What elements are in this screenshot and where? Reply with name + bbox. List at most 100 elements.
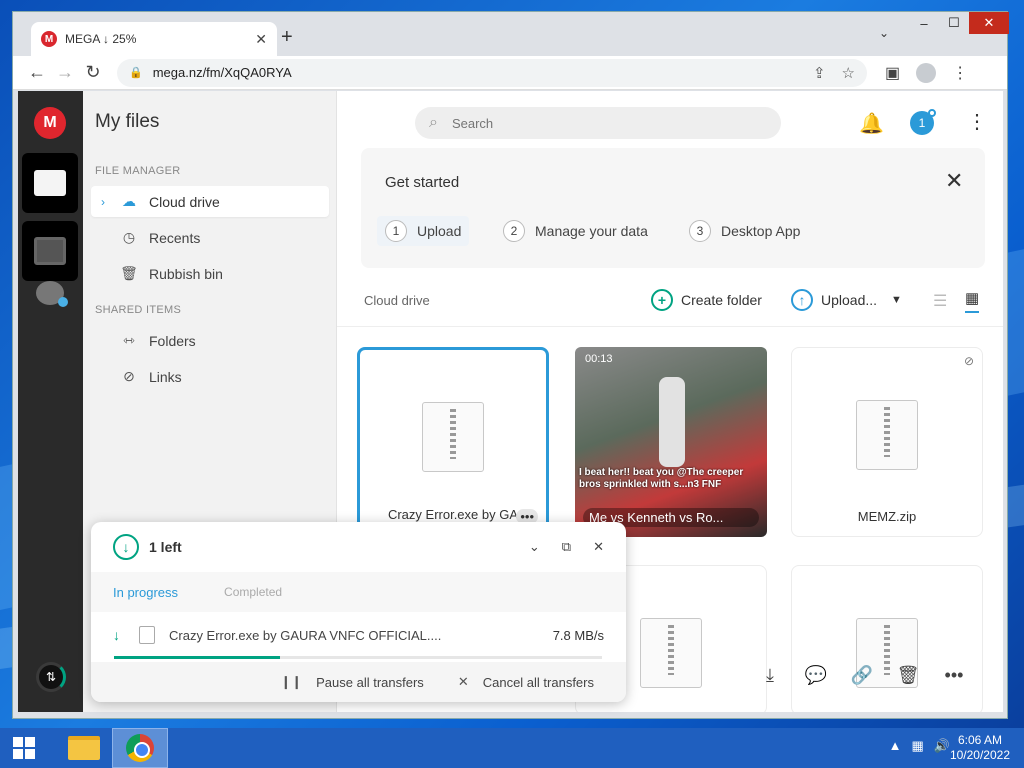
- side-panel-icon[interactable]: ▣: [885, 63, 900, 83]
- get-started-title: Get started: [385, 174, 460, 191]
- cancel-all-label: Cancel all transfers: [482, 674, 594, 690]
- create-folder-button[interactable]: + Create folder: [651, 289, 762, 311]
- new-tab-button[interactable]: +: [281, 26, 293, 49]
- download-icon[interactable]: ⤓: [757, 665, 783, 686]
- search-input[interactable]: [451, 115, 752, 131]
- transfer-progress-icon[interactable]: ⇅: [36, 662, 66, 692]
- file-card[interactable]: ⊘ MEMZ.zip: [791, 347, 983, 537]
- download-arrow-icon: ↓: [113, 627, 120, 643]
- mega-logo-icon[interactable]: M: [34, 107, 66, 139]
- step-number: 2: [503, 220, 525, 242]
- zip-file-icon: [640, 618, 702, 688]
- chrome-icon: [126, 734, 154, 762]
- open-transfers-icon[interactable]: ⧉: [562, 539, 571, 555]
- link-icon: ⊘: [963, 354, 974, 368]
- file-card[interactable]: 00:13 I beat her!! beat you @The creeper…: [575, 347, 767, 537]
- reload-button[interactable]: ↻: [79, 62, 107, 83]
- close-icon[interactable]: ✕: [593, 539, 604, 555]
- address-bar[interactable]: 🔒 mega.nz/fm/XqQA0RYA ⇪ ☆: [117, 58, 867, 87]
- upload-label: Upload...: [821, 292, 878, 308]
- upload-button[interactable]: ↑ Upload... ▼: [791, 289, 902, 311]
- get-started-step-upload[interactable]: 1 Upload: [377, 216, 470, 246]
- volume-icon[interactable]: 🔊: [934, 738, 950, 754]
- main-menu-icon[interactable]: ⋮: [967, 109, 987, 134]
- taskbar-chrome[interactable]: [112, 728, 168, 768]
- tab-close-icon[interactable]: ✕: [255, 31, 267, 48]
- taskbar-clock[interactable]: 6:06 AM 10/20/2022: [950, 733, 1010, 763]
- transfer-speed: 7.8 MB/s: [552, 627, 604, 643]
- bookmark-star-icon[interactable]: ☆: [842, 64, 855, 82]
- pause-all-label: Pause all transfers: [316, 674, 424, 690]
- more-icon[interactable]: •••: [941, 665, 967, 686]
- tab-completed[interactable]: Completed: [224, 585, 282, 599]
- search-icon: ⌕: [429, 114, 438, 131]
- profile-avatar[interactable]: [916, 62, 937, 83]
- account-avatar[interactable]: 1: [910, 109, 936, 135]
- pause-all-button[interactable]: ❙❙ Pause all transfers: [280, 674, 423, 690]
- trash-icon[interactable]: 🗑: [895, 665, 921, 686]
- lock-icon[interactable]: 🔒: [129, 66, 143, 79]
- file-explorer-icon: [68, 736, 100, 760]
- chevron-right-icon[interactable]: ›: [101, 195, 105, 209]
- close-icon[interactable]: ✕: [945, 168, 963, 194]
- video-thumbnail: 00:13 I beat her!! beat you @The creeper…: [575, 347, 767, 537]
- start-button[interactable]: [0, 728, 48, 768]
- tab-search-chevron-icon[interactable]: ⌄: [879, 26, 889, 40]
- share-icon[interactable]: ⇪: [813, 64, 826, 82]
- link-icon[interactable]: 🔗: [849, 665, 875, 686]
- tab-in-progress[interactable]: In progress: [113, 585, 178, 600]
- browser-menu-icon[interactable]: ⋮: [952, 63, 968, 83]
- transfer-tabs: In progress Completed: [91, 572, 626, 612]
- step-number: 1: [385, 220, 407, 242]
- breadcrumb[interactable]: Cloud drive: [364, 293, 430, 308]
- rail-chat-button[interactable]: [22, 263, 78, 323]
- transfer-progress-fill: [114, 656, 280, 659]
- back-button[interactable]: ←: [23, 62, 51, 83]
- sidebar-item-folders[interactable]: ⇿ Folders: [91, 325, 329, 356]
- taskbar-file-explorer[interactable]: [56, 728, 112, 768]
- get-started-step-desktop-app[interactable]: 3 Desktop App: [689, 220, 800, 242]
- minimize-button[interactable]: –: [909, 12, 939, 34]
- windows-logo-icon: [13, 737, 35, 759]
- get-started-step-manage[interactable]: 2 Manage your data: [503, 220, 648, 242]
- rail-cloud-drive-button[interactable]: [22, 153, 78, 213]
- transfer-manager-widget: ↓ 1 left ⌄ ⧉ ✕ In progress Completed ↓ C…: [91, 522, 626, 702]
- sidebar-item-rubbish-bin[interactable]: 🗑 Rubbish bin: [91, 258, 329, 289]
- sidebar-item-recents[interactable]: ◷ Recents: [91, 222, 329, 253]
- file-card[interactable]: [791, 565, 983, 712]
- transfer-header: ↓ 1 left ⌄ ⧉ ✕: [91, 522, 626, 572]
- share-chat-icon[interactable]: 💬: [803, 665, 829, 686]
- browser-tab[interactable]: M MEGA ↓ 25% ✕: [31, 22, 277, 56]
- transfer-progress-bar: [114, 656, 602, 659]
- cancel-all-button[interactable]: ✕ Cancel all transfers: [458, 674, 594, 690]
- list-view-icon[interactable]: ☰: [933, 291, 947, 311]
- file-name: MEMZ.zip: [857, 509, 917, 524]
- maximize-button[interactable]: ☐: [939, 12, 969, 34]
- step-number: 3: [689, 220, 711, 242]
- window-close-button[interactable]: ✕: [969, 12, 1009, 34]
- sidebar-item-links[interactable]: ⊘ Links: [91, 361, 329, 392]
- download-arrow-icon: ↓: [113, 534, 139, 560]
- sidebar-item-cloud-drive[interactable]: › ☁ Cloud drive: [91, 186, 329, 217]
- network-icon[interactable]: ▦: [912, 738, 924, 754]
- forward-button[interactable]: →: [51, 62, 79, 83]
- search-bar[interactable]: ⌕: [415, 107, 781, 139]
- grid-view-icon[interactable]: ▦: [965, 289, 980, 313]
- file-manager-section-label: FILE MANAGER: [95, 165, 181, 177]
- transfer-row[interactable]: ↓ Crazy Error.exe by GAURA VNFC OFFICIAL…: [91, 612, 626, 658]
- close-icon: ✕: [457, 674, 469, 689]
- sidebar-item-label: Links: [149, 368, 182, 385]
- shared-items-section-label: SHARED ITEMS: [95, 304, 182, 316]
- get-started-panel: Get started ✕ 1 Upload 2 Manage your dat…: [361, 148, 985, 268]
- tray-expand-icon[interactable]: ▲: [889, 738, 902, 754]
- taskbar: ▲ ▦ 🔊 6:06 AM 10/20/2022: [0, 728, 1024, 768]
- sidebar-item-label: Recents: [149, 229, 201, 246]
- file-card[interactable]: Crazy Error.exe by GA •••: [357, 347, 549, 537]
- video-person-figure: [659, 377, 685, 467]
- notification-bell-icon[interactable]: 🔔: [859, 111, 884, 136]
- url-text[interactable]: mega.nz/fm/XqQA0RYA: [153, 65, 797, 80]
- transfer-footer: ❙❙ Pause all transfers ✕ Cancel all tran…: [91, 662, 626, 702]
- collapse-chevron-icon[interactable]: ⌄: [529, 539, 540, 555]
- avatar-status-dot: [928, 109, 936, 117]
- chevron-down-icon[interactable]: ▼: [891, 294, 902, 306]
